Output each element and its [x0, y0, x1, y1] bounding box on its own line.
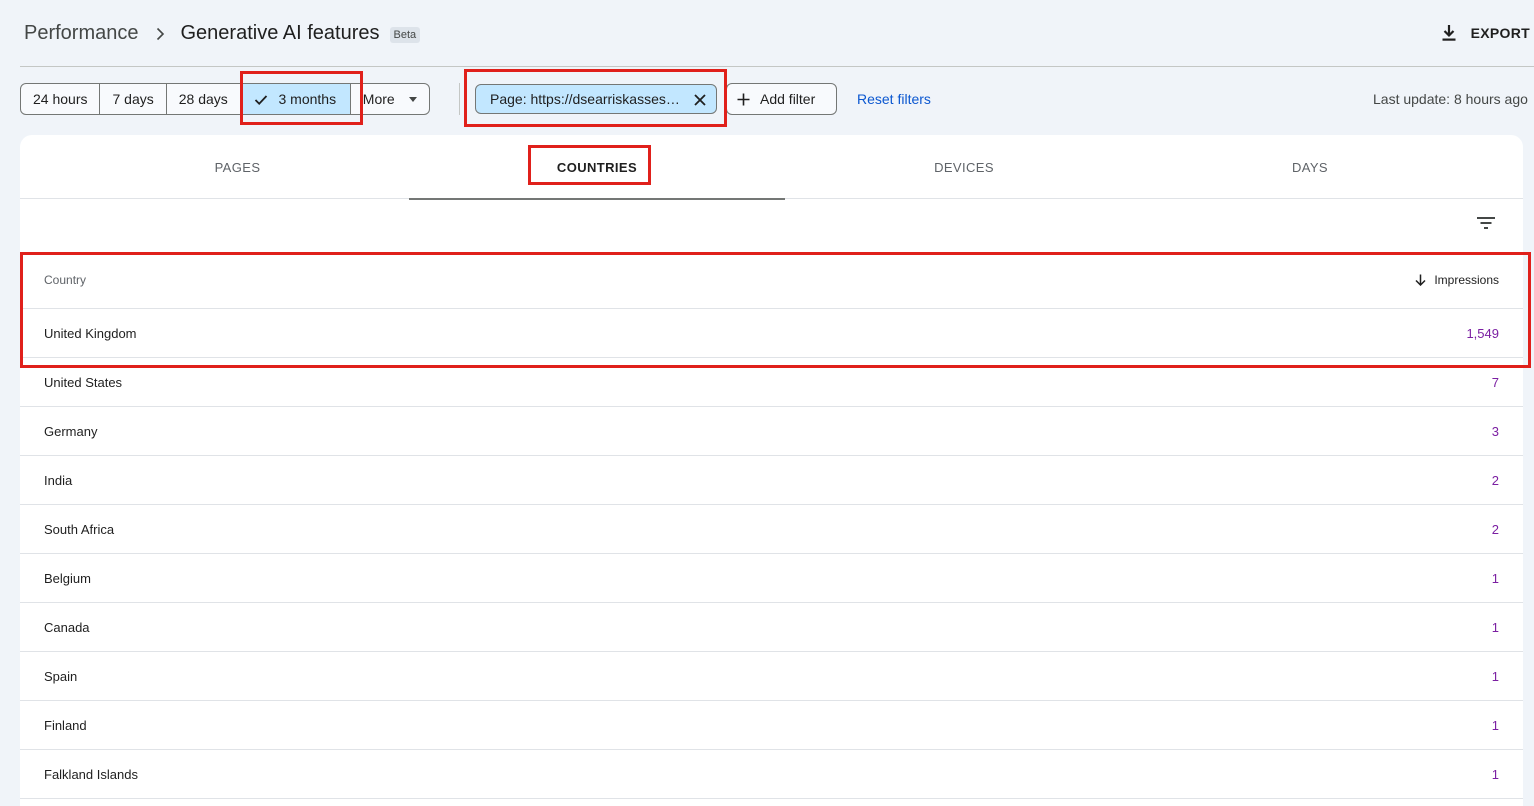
impressions-cell: 2 [1491, 472, 1499, 488]
filter-list-icon[interactable] [1477, 216, 1495, 230]
results-card: PAGES COUNTRIES DEVICES DAYS Country Imp… [20, 135, 1523, 806]
check-icon [254, 93, 268, 105]
tab-countries[interactable]: COUNTRIES [409, 135, 785, 200]
country-cell: Spain [44, 668, 78, 684]
table-header: Country Impressions [20, 252, 1523, 309]
header-divider [20, 66, 1534, 67]
country-cell: United Kingdom [44, 325, 137, 341]
last-update-text: Last update: 8 hours ago [1373, 91, 1528, 107]
export-button[interactable]: EXPORT [1441, 24, 1530, 42]
reset-filters-link[interactable]: Reset filters [857, 91, 931, 107]
country-cell: Belgium [44, 570, 91, 586]
impressions-header-label: Impressions [1434, 273, 1499, 287]
table-row[interactable]: United Kingdom 1,549 [20, 309, 1523, 358]
page-filter-chip[interactable]: Page: https://dsearriskassessment.co.uk [475, 84, 717, 114]
tab-days[interactable]: DAYS [1143, 135, 1477, 199]
impressions-cell: 1 [1491, 570, 1499, 586]
impressions-cell: 1,549 [1466, 325, 1499, 341]
table-row[interactable]: Falkland Islands 1 [20, 750, 1523, 799]
chevron-right-icon [153, 27, 167, 41]
country-cell: Falkland Islands [44, 766, 138, 782]
impressions-cell: 2 [1491, 521, 1499, 537]
table-row[interactable]: Finland 1 [20, 701, 1523, 750]
country-cell: South Africa [44, 521, 115, 537]
export-label: EXPORT [1470, 25, 1530, 41]
page-title: Generative AI features [180, 22, 380, 44]
country-cell: India [44, 472, 73, 488]
country-cell: Germany [44, 423, 98, 439]
plus-icon [737, 93, 750, 106]
impressions-cell: 7 [1491, 374, 1499, 390]
page: Performance Generative AI features Beta … [0, 0, 1534, 806]
breadcrumb-performance[interactable]: Performance [24, 22, 139, 45]
tab-pages[interactable]: PAGES [20, 135, 455, 199]
country-cell: United States [44, 374, 123, 390]
range-3-months[interactable]: 3 months [240, 84, 351, 114]
table-row[interactable]: South Africa 2 [20, 505, 1523, 554]
range-28-days[interactable]: 28 days [167, 84, 241, 114]
table-row[interactable]: Spain 1 [20, 652, 1523, 701]
dropdown-caret-icon [408, 96, 417, 102]
tab-devices[interactable]: DEVICES [785, 135, 1143, 199]
countries-table: Country Impressions United Kingdom 1,549 … [20, 252, 1523, 799]
arrow-down-icon [1415, 274, 1426, 287]
filter-divider [459, 83, 460, 115]
table-row[interactable]: Canada 1 [20, 603, 1523, 652]
column-header-country[interactable]: Country [44, 273, 86, 287]
impressions-cell: 1 [1491, 717, 1499, 733]
date-range-selector: 24 hours 7 days 28 days 3 months More [20, 83, 430, 115]
table-row[interactable]: India 2 [20, 456, 1523, 505]
add-filter-button[interactable]: Add filter [726, 83, 837, 115]
table-toolbar [20, 200, 1523, 250]
impressions-cell: 1 [1491, 619, 1499, 635]
range-7-days[interactable]: 7 days [100, 84, 167, 114]
more-ranges-dropdown[interactable]: More [351, 84, 429, 114]
add-filter-label: Add filter [760, 91, 816, 107]
table-row[interactable]: Germany 3 [20, 407, 1523, 456]
dimension-tabs: PAGES COUNTRIES DEVICES DAYS [20, 135, 1523, 200]
table-body: United Kingdom 1,549 United States 7 Germa… [20, 309, 1523, 799]
impressions-cell: 3 [1491, 423, 1499, 439]
country-cell: Canada [44, 619, 90, 635]
country-cell: Finland [44, 717, 87, 733]
table-row[interactable]: Belgium 1 [20, 554, 1523, 603]
table-row[interactable]: United States 7 [20, 358, 1523, 407]
close-icon[interactable] [694, 93, 706, 106]
impressions-cell: 1 [1491, 766, 1499, 782]
range-24-hours[interactable]: 24 hours [21, 84, 101, 114]
more-label: More [362, 91, 395, 107]
column-header-impressions[interactable]: Impressions [1415, 273, 1499, 287]
beta-badge: Beta [389, 26, 421, 43]
breadcrumb: Performance Generative AI features Beta [24, 22, 421, 45]
filter-bar: 24 hours 7 days 28 days 3 months More Pa… [20, 83, 1534, 115]
download-icon [1441, 24, 1457, 42]
range-3-months-label: 3 months [278, 91, 337, 107]
page-filter-label: Page: https://dsearriskassessment.co.uk [490, 91, 686, 107]
header: Performance Generative AI features Beta … [0, 0, 1534, 66]
impressions-cell: 1 [1491, 668, 1499, 684]
